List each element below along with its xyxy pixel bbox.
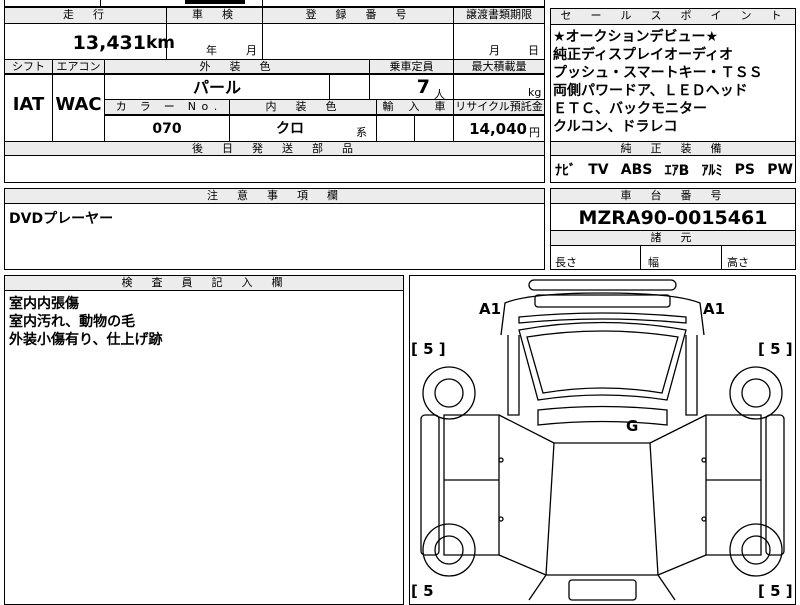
import-header: 輸 入 車 <box>377 100 453 115</box>
sales-point-line: プッシュ・スマートキー・ＴＳＳ <box>553 65 763 81</box>
transfer-month-label: 月 <box>489 44 500 57</box>
transfer-deadline-header: 譲渡書類期限 <box>454 8 544 24</box>
dimensions-header: 諸 元 <box>551 231 795 246</box>
chassis-header: 車 台 番 号 <box>551 189 795 204</box>
sales-points-text: ★オークションデビュー★ 純正ディスプレイオーディオ プッシュ・スマートキー・Ｔ… <box>553 28 795 140</box>
tire-front-right: [ 5 ] <box>758 340 793 358</box>
tire-front-left: [ 5 ] <box>411 340 446 358</box>
tire-rear-left: [ 5 <box>411 582 434 600</box>
exterior-color-header: 外 装 色 <box>105 60 369 74</box>
damage-g-mark: G <box>626 417 639 435</box>
recycle-value: 14,040 <box>469 120 527 138</box>
notes-header: 注 意 事 項 欄 <box>5 189 544 204</box>
mileage-unit: km <box>146 33 176 53</box>
recycle-deposit-header: リサイクル預託金 <box>454 100 544 115</box>
interior-color-value: クロ <box>276 121 304 137</box>
height-label: 高さ <box>727 256 749 269</box>
equipment-item-ps: PS <box>734 162 756 178</box>
mileage-value: 13,431 <box>72 32 146 54</box>
shift-header: シフト <box>5 60 52 74</box>
sales-point-line: 両側パワードア、ＬＥＤヘッド <box>553 83 748 99</box>
max-load-header: 最大積載量 <box>454 60 544 74</box>
equipment-item-tv: TV <box>588 162 609 178</box>
top-partial-text <box>185 0 245 4</box>
equipment-item-pw: PW <box>767 162 793 178</box>
equipment-item-abs: ABS <box>620 162 653 178</box>
inspection-month-label: 月 <box>246 44 257 57</box>
inspector-note-line: 室内汚れ、動物の毛 <box>9 314 136 330</box>
exterior-color-value: パール <box>192 78 241 97</box>
inspector-note-line: 室内内張傷 <box>9 296 79 312</box>
shift-value: IAT <box>12 94 45 115</box>
recycle-unit: 円 <box>529 126 540 139</box>
notes-text: DVDプレーヤー <box>9 211 114 227</box>
max-load-unit: kg <box>528 86 542 99</box>
inspection-year-label: 年 <box>206 44 217 57</box>
color-no-value: 070 <box>152 121 182 137</box>
equipment-list: ﾅﾋﾞ TV ABS ｴｱB ｱﾙﾐ PS PW <box>553 158 795 182</box>
color-no-header: カ ラ ー N o . <box>105 100 229 115</box>
inspector-note-line: 外装小傷有り、仕上げ跡 <box>9 332 163 348</box>
aircon-header: エアコン <box>53 60 104 74</box>
equipment-item-airbag: ｴｱB <box>664 163 690 179</box>
car-diagram <box>420 279 785 601</box>
equipment-header: 純 正 装 備 <box>551 142 795 156</box>
tire-rear-right: [ 5 ] <box>758 582 793 600</box>
chassis-number-value: MZRA90-0015461 <box>578 207 768 229</box>
sales-point-line: 純正ディスプレイオーディオ <box>553 47 734 63</box>
transfer-day-label: 日 <box>528 44 539 57</box>
sales-point-line: ★オークションデビュー★ <box>553 29 719 45</box>
damage-a1-left: A1 <box>479 300 502 318</box>
inspector-header: 検 査 員 記 入 欄 <box>5 276 403 291</box>
capacity-value: 7 <box>416 76 430 98</box>
interior-color-header: 内 装 色 <box>230 100 376 115</box>
capacity-header: 乗車定員 <box>370 60 453 74</box>
length-label: 長さ <box>555 256 577 269</box>
mileage-header: 走 行 <box>5 8 166 24</box>
aircon-value: WAC <box>55 94 102 115</box>
equipment-item-navi: ﾅﾋﾞ <box>555 163 576 179</box>
later-parts-header: 後 日 発 送 部 品 <box>5 142 544 156</box>
sales-points-header: セ ー ル ス ポ イ ン ト <box>551 9 795 25</box>
equipment-item-alloy: ｱﾙﾐ <box>701 163 723 179</box>
interior-color-suffix: 系 <box>356 126 367 139</box>
width-label: 幅 <box>648 256 659 269</box>
inspection-header: 車 検 <box>167 8 262 24</box>
sales-point-line: ＥＴＣ、バックモニター <box>553 101 707 117</box>
later-parts-area <box>5 157 544 183</box>
registration-header: 登 録 番 号 <box>263 8 453 24</box>
registration-number-value <box>263 25 453 59</box>
inspector-notes: 室内内張傷 室内汚れ、動物の毛 外装小傷有り、仕上げ跡 <box>9 295 162 349</box>
damage-a1-right: A1 <box>703 300 726 318</box>
sales-point-line: クルコン、ドラレコ <box>553 119 678 135</box>
